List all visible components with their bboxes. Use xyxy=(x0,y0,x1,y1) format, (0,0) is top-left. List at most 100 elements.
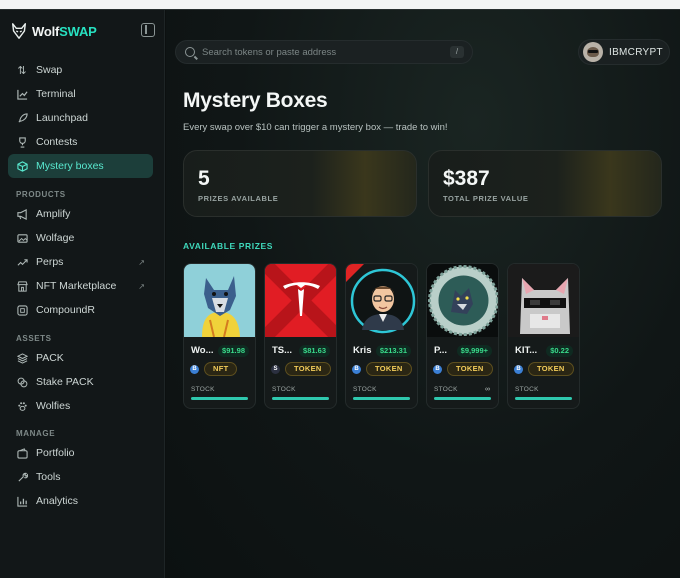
paw-icon xyxy=(16,400,28,412)
sidebar-item-label: Contests xyxy=(36,136,78,148)
prize-card[interactable]: Wo... $91.98 B NFT STOCK xyxy=(183,263,256,409)
prize-tag-row: S TOKEN xyxy=(271,362,331,376)
sidebar-item-label: Swap xyxy=(36,64,63,76)
browser-top-strip xyxy=(0,0,680,10)
sidebar-item-terminal[interactable]: Terminal xyxy=(8,82,153,106)
sidebar-item-label: Amplify xyxy=(36,208,71,220)
sidebar-item-label: Wolfage xyxy=(36,232,75,244)
prize-type-badge: TOKEN xyxy=(528,362,574,376)
avatar xyxy=(583,42,603,62)
brand-name: WolfSWAP xyxy=(32,23,97,39)
sidebar-item-pack[interactable]: PACK xyxy=(8,346,153,370)
search-input[interactable] xyxy=(202,46,442,58)
prize-kind: STOCK xyxy=(272,386,296,393)
sidebar-item-portfolio[interactable]: Portfolio xyxy=(8,441,153,465)
chain-icon: B xyxy=(190,364,199,374)
stat-card-prizes-available: 5 PRIZES AVAILABLE xyxy=(183,150,417,217)
brand[interactable]: WolfSWAP xyxy=(10,20,155,42)
prize-stock-bar xyxy=(353,397,410,400)
prize-stock-bar xyxy=(191,397,248,400)
prize-card[interactable]: Kris $213.31 B TOKEN STOCK xyxy=(345,263,418,409)
prize-price: $81.63 xyxy=(299,345,330,357)
page-subtitle: Every swap over $10 can trigger a myster… xyxy=(183,122,448,133)
products-nav: PRODUCTS Amplify Wolfage Perps ↗ NFT Mar… xyxy=(8,184,153,322)
sidebar-item-amplify[interactable]: Amplify xyxy=(8,202,153,226)
prize-type-badge: TOKEN xyxy=(447,362,493,376)
prize-price: $91.98 xyxy=(218,345,249,357)
prize-card[interactable]: P... $9,999+ B TOKEN STOCK ∞ xyxy=(426,263,499,409)
prize-stock-unlimited: ∞ xyxy=(485,386,490,393)
prize-image-coin xyxy=(427,264,498,337)
section-label-manage: MANAGE xyxy=(16,429,56,438)
sidebar-item-wolfies[interactable]: Wolfies xyxy=(8,394,153,418)
prize-card[interactable]: KIT... $0.22 B TOKEN STOCK xyxy=(507,263,580,409)
search-shortcut-key: / xyxy=(450,46,464,58)
sidebar-item-stake-pack[interactable]: Stake PACK xyxy=(8,370,153,394)
prize-price: $0.22 xyxy=(546,345,573,357)
sidebar-item-label: Perps xyxy=(36,256,64,268)
sidebar-item-analytics[interactable]: Analytics xyxy=(8,489,153,513)
layers-icon xyxy=(16,352,28,364)
sidebar-item-label: Analytics xyxy=(36,495,79,507)
section-label-assets: ASSETS xyxy=(16,334,52,343)
main-nav: ⇅ Swap Terminal Launchpad Contests Myste… xyxy=(8,58,153,178)
wrench-icon xyxy=(16,471,28,483)
stat-label: PRIZES AVAILABLE xyxy=(198,194,279,203)
page-title: Mystery Boxes xyxy=(183,89,328,112)
search-icon xyxy=(185,47,195,57)
sidebar-item-wolfage[interactable]: Wolfage xyxy=(8,226,153,250)
sidebar-item-contests[interactable]: Contests xyxy=(8,130,153,154)
prize-name: Kris xyxy=(353,345,372,356)
prize-stock-bar xyxy=(272,397,329,400)
sidebar-item-perps[interactable]: Perps ↗ xyxy=(8,250,153,274)
chain-icon: B xyxy=(352,364,361,374)
sidebar-item-label: NFT Marketplace xyxy=(36,280,117,292)
sidebar-collapse-icon[interactable] xyxy=(141,23,155,37)
swap-arrows-icon: ⇅ xyxy=(17,64,27,77)
prize-name: KIT... xyxy=(515,345,538,356)
prize-type-badge: NFT xyxy=(204,362,238,376)
image-icon xyxy=(16,232,28,244)
user-menu-button[interactable]: IBMCRYPT xyxy=(578,39,670,65)
prize-name: Wo... xyxy=(191,345,214,356)
sidebar-item-label: Stake PACK xyxy=(36,376,94,388)
prize-name: P... xyxy=(434,345,448,356)
sidebar-item-compoundr[interactable]: CompoundR xyxy=(8,298,153,322)
stat-label: TOTAL PRIZE VALUE xyxy=(443,194,529,203)
prize-stock-bar xyxy=(515,397,572,400)
stat-value: 5 xyxy=(198,167,210,190)
prize-image-person xyxy=(346,264,417,337)
box-icon xyxy=(16,160,28,172)
manage-nav: MANAGE Portfolio Tools Analytics xyxy=(8,423,153,513)
wolf-logo-icon xyxy=(11,23,27,39)
trophy-icon xyxy=(16,136,28,148)
sidebar-item-swap[interactable]: ⇅ Swap xyxy=(8,58,153,82)
prize-image-cat xyxy=(508,264,579,337)
sidebar-item-label: Wolfies xyxy=(36,400,71,412)
sidebar-item-label: CompoundR xyxy=(36,304,95,316)
sidebar-item-nft-marketplace[interactable]: NFT Marketplace ↗ xyxy=(8,274,153,298)
sidebar-item-mystery-boxes[interactable]: Mystery boxes xyxy=(8,154,153,178)
prize-price: $213.31 xyxy=(375,345,411,357)
chain-icon: S xyxy=(271,364,280,374)
store-icon xyxy=(16,280,28,292)
sidebar-item-label: Mystery boxes xyxy=(36,160,104,172)
prize-type-badge: TOKEN xyxy=(285,362,331,376)
main-content: / IBMCRYPT Mystery Boxes Every swap over… xyxy=(166,10,680,578)
chart-line-icon xyxy=(16,88,28,100)
username: IBMCRYPT xyxy=(609,46,663,58)
bar-chart-icon xyxy=(16,495,28,507)
sidebar-item-launchpad[interactable]: Launchpad xyxy=(8,106,153,130)
available-prizes-heading: AVAILABLE PRIZES xyxy=(183,241,274,251)
sidebar-item-label: Terminal xyxy=(36,88,76,100)
prize-kind: STOCK xyxy=(191,386,215,393)
search-bar[interactable]: / xyxy=(175,40,473,64)
sidebar: WolfSWAP ⇅ Swap Terminal Launchpad Conte… xyxy=(0,10,165,578)
prize-card[interactable]: TS... $81.63 S TOKEN STOCK xyxy=(264,263,337,409)
prize-price: $9,999+ xyxy=(456,345,492,357)
prize-tag-row: B TOKEN xyxy=(433,362,493,376)
megaphone-icon xyxy=(16,208,28,220)
sidebar-item-label: PACK xyxy=(36,352,64,364)
stat-card-total-prize-value: $387 TOTAL PRIZE VALUE xyxy=(428,150,662,217)
sidebar-item-tools[interactable]: Tools xyxy=(8,465,153,489)
